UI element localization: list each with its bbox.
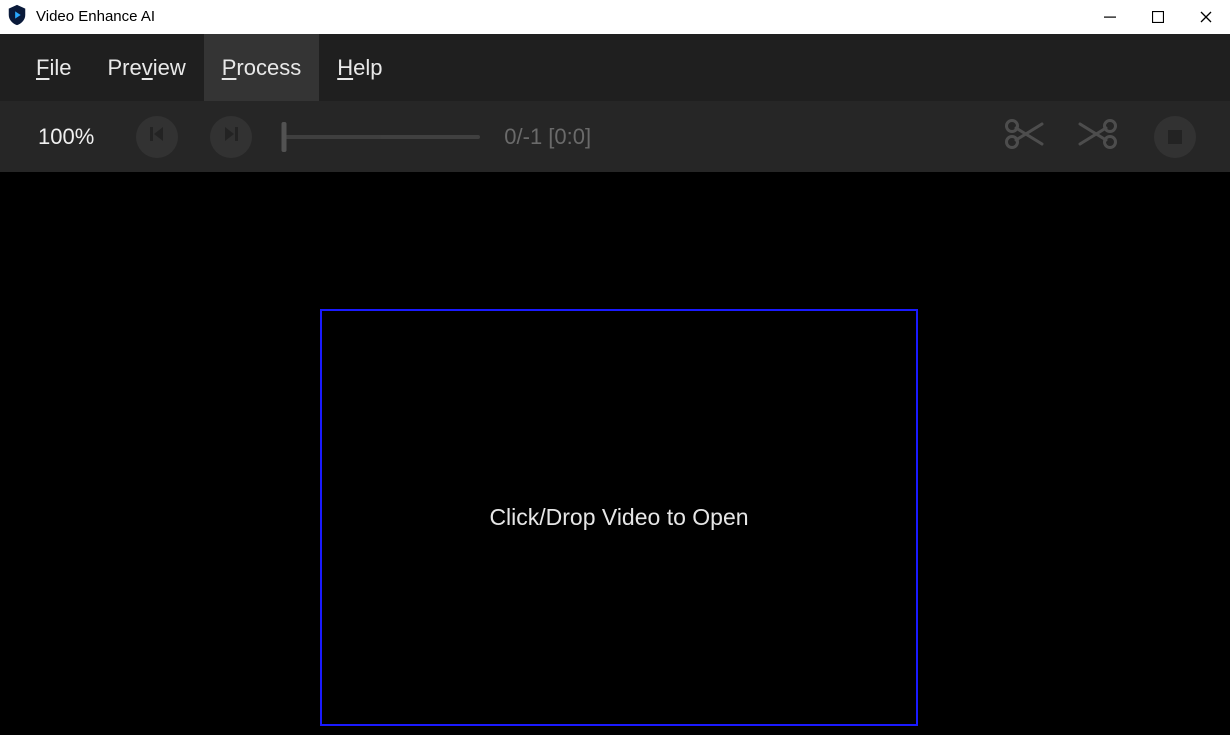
- menu-process[interactable]: Process: [204, 34, 319, 101]
- skip-forward-icon: [222, 125, 240, 148]
- titlebar: Video Enhance AI: [0, 0, 1230, 34]
- prev-frame-button[interactable]: [136, 116, 178, 158]
- close-button[interactable]: [1182, 0, 1230, 34]
- skip-back-icon: [148, 125, 166, 148]
- video-dropzone[interactable]: Click/Drop Video to Open: [320, 309, 918, 726]
- menu-help[interactable]: Help: [319, 34, 400, 101]
- minimize-button[interactable]: [1086, 0, 1134, 34]
- stop-icon: [1168, 130, 1182, 144]
- cut-start-button[interactable]: [1002, 115, 1046, 159]
- stop-button[interactable]: [1154, 116, 1196, 158]
- titlebar-left: Video Enhance AI: [0, 4, 155, 30]
- window-controls: [1086, 0, 1230, 34]
- frame-info: 0/-1 [0:0]: [504, 124, 591, 150]
- maximize-button[interactable]: [1134, 0, 1182, 34]
- menu-preview[interactable]: Preview: [89, 34, 203, 101]
- main-area: Click/Drop Video to Open: [0, 172, 1230, 735]
- slider-track: [284, 135, 480, 139]
- menubar: File Preview Process Help: [0, 34, 1230, 101]
- app-icon: [6, 4, 36, 30]
- scissors-open-icon: [1004, 114, 1044, 159]
- slider-handle[interactable]: [282, 122, 287, 152]
- timeline-slider[interactable]: [284, 116, 480, 158]
- app-title: Video Enhance AI: [36, 8, 155, 25]
- scissors-closed-icon: [1078, 114, 1118, 159]
- zoom-level: 100%: [38, 124, 94, 150]
- dropzone-label: Click/Drop Video to Open: [489, 504, 748, 531]
- cut-end-button[interactable]: [1076, 115, 1120, 159]
- menu-file[interactable]: File: [18, 34, 89, 101]
- next-frame-button[interactable]: [210, 116, 252, 158]
- toolbar: 100% 0/-1 [0:0]: [0, 101, 1230, 172]
